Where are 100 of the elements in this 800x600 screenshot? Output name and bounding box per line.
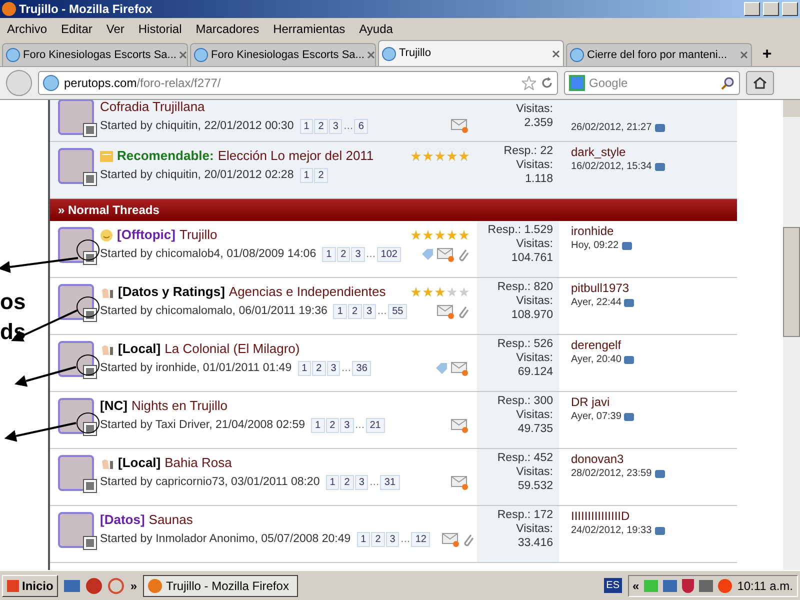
page-link[interactable]: 6 — [354, 118, 368, 134]
page-link[interactable]: 2 — [312, 361, 326, 376]
go-to-post-icon[interactable] — [654, 526, 665, 534]
thread-title-link[interactable]: Bahia Rosa — [164, 453, 232, 473]
page-link[interactable]: 3 — [386, 532, 400, 548]
page-link[interactable]: 2 — [314, 118, 328, 134]
bookmark-star-icon[interactable] — [522, 76, 536, 90]
scrollbar[interactable] — [783, 100, 800, 570]
page-link[interactable]: 1 — [300, 118, 314, 134]
page-link[interactable]: 2 — [371, 532, 385, 548]
language-indicator[interactable]: ES — [604, 578, 622, 593]
thread-title-link[interactable]: La Colonial (El Milagro) — [164, 339, 300, 359]
page-link[interactable]: 3 — [354, 475, 368, 490]
go-to-post-icon[interactable] — [622, 242, 632, 250]
last-poster-link[interactable]: donovan3 — [571, 452, 737, 466]
taskbar-button[interactable]: Trujillo - Mozilla Firefox — [143, 574, 298, 596]
address-bar[interactable]: perutops.com/foro-relax/f277/ — [38, 71, 558, 95]
page-link[interactable]: 102 — [376, 247, 402, 262]
page-link[interactable]: 1 — [300, 168, 314, 184]
browser-tab[interactable]: Foro Kinesiologas Escorts Sa... — [190, 43, 376, 66]
thread-title-link[interactable]: Cofradia Trujillana — [100, 100, 205, 116]
last-poster-link[interactable]: pitbull1973 — [571, 281, 737, 295]
menu-item[interactable]: Ver — [106, 20, 124, 38]
last-poster-link[interactable]: IIIIIIIIIIIIIIID — [571, 509, 737, 523]
minimize-button[interactable] — [744, 2, 760, 16]
close-tab-icon[interactable] — [740, 51, 748, 59]
close-tab-icon[interactable] — [367, 51, 376, 59]
search-input[interactable]: Google — [589, 74, 717, 92]
go-to-post-icon[interactable] — [654, 470, 665, 478]
search-field[interactable]: Google — [564, 71, 740, 95]
page-link[interactable]: 3 — [351, 247, 365, 262]
browser-tab[interactable]: Trujillo — [378, 40, 564, 66]
app-icon[interactable] — [108, 578, 124, 594]
image-icon — [83, 172, 97, 186]
back-button[interactable] — [6, 70, 32, 96]
last-poster-link[interactable]: ironhide — [571, 224, 737, 238]
star-icon — [435, 151, 445, 161]
page-link[interactable]: 1 — [322, 247, 336, 262]
close-tab-icon[interactable] — [552, 50, 560, 58]
page-link[interactable]: 36 — [352, 361, 372, 376]
more-button[interactable]: » — [130, 576, 138, 594]
restore-button[interactable] — [763, 2, 779, 16]
menu-item[interactable]: Marcadores — [196, 20, 260, 38]
close-button[interactable] — [782, 2, 798, 16]
browser-tab[interactable]: Foro Kinesiologas Escorts Sa... — [2, 43, 188, 66]
last-post-time: Ayer, 07:39 — [571, 410, 622, 424]
reload-icon[interactable] — [541, 77, 553, 89]
thread-title-link[interactable]: Elección Lo mejor del 2011 — [218, 146, 374, 166]
go-to-post-icon[interactable] — [624, 356, 634, 364]
page-link[interactable]: 2 — [340, 475, 354, 490]
page-link[interactable]: 2 — [326, 418, 340, 434]
home-button[interactable] — [746, 71, 774, 95]
annotation-text: os — [0, 290, 26, 314]
thread-prefix: Recomendable: — [117, 147, 214, 166]
hand-icon — [100, 342, 114, 356]
menu-item[interactable]: Herramientas — [273, 20, 346, 38]
page-link[interactable]: 3 — [328, 118, 342, 134]
envelope-icon — [437, 304, 455, 319]
last-poster-link[interactable]: DR javi — [571, 395, 737, 409]
page-link[interactable]: 1 — [326, 475, 340, 490]
page-link[interactable]: 2 — [314, 168, 328, 184]
new-tab-button[interactable]: + — [754, 43, 780, 66]
go-to-post-icon[interactable] — [654, 162, 665, 170]
app-icon[interactable] — [86, 578, 102, 594]
browser-tab[interactable]: Cierre del foro por manteni... — [566, 43, 752, 66]
start-button[interactable]: Inicio — [2, 574, 58, 596]
thread-title-link[interactable]: Agencias e Independientes — [228, 282, 386, 302]
page-link[interactable]: 3 — [326, 361, 340, 376]
page-link[interactable]: 1 — [311, 418, 325, 434]
thread-title-link[interactable]: Trujillo — [179, 225, 218, 245]
page-link[interactable]: 2 — [348, 304, 362, 320]
page-link[interactable]: 1 — [298, 361, 312, 376]
search-icon[interactable] — [721, 76, 735, 90]
last-post-time: Ayer, 20:40 — [571, 353, 622, 367]
last-poster-link[interactable]: derengelf — [571, 338, 737, 352]
thread-title-link[interactable]: Saunas — [148, 510, 193, 530]
envelope-icon — [451, 418, 469, 433]
thread-title-link[interactable]: Nights en Trujillo — [131, 396, 228, 416]
page-link[interactable]: 3 — [362, 304, 376, 320]
page-link[interactable]: 3 — [340, 418, 354, 434]
page-link[interactable]: 12 — [411, 532, 430, 548]
star-icon — [447, 230, 457, 240]
go-to-post-icon[interactable] — [654, 124, 665, 132]
page-link[interactable]: 1 — [333, 304, 347, 320]
page-link[interactable]: 21 — [366, 418, 385, 434]
close-tab-icon[interactable] — [179, 51, 188, 59]
go-to-post-icon[interactable] — [624, 298, 634, 306]
menu-item[interactable]: Editar — [61, 20, 92, 38]
menu-item[interactable]: Ayuda — [359, 20, 393, 38]
go-to-post-icon[interactable] — [624, 412, 634, 420]
page-link[interactable]: 31 — [380, 475, 400, 490]
menu-item[interactable]: Historial — [138, 20, 182, 38]
page-link[interactable]: 1 — [356, 532, 370, 548]
image-icon — [83, 479, 97, 493]
page-link[interactable]: 2 — [336, 247, 350, 262]
tray-toggle[interactable]: « — [632, 576, 640, 594]
star-icon — [423, 287, 433, 297]
last-poster-link[interactable]: dark_style — [571, 145, 737, 159]
menu-item[interactable]: Archivo — [7, 20, 48, 38]
page-link[interactable]: 55 — [388, 304, 408, 320]
